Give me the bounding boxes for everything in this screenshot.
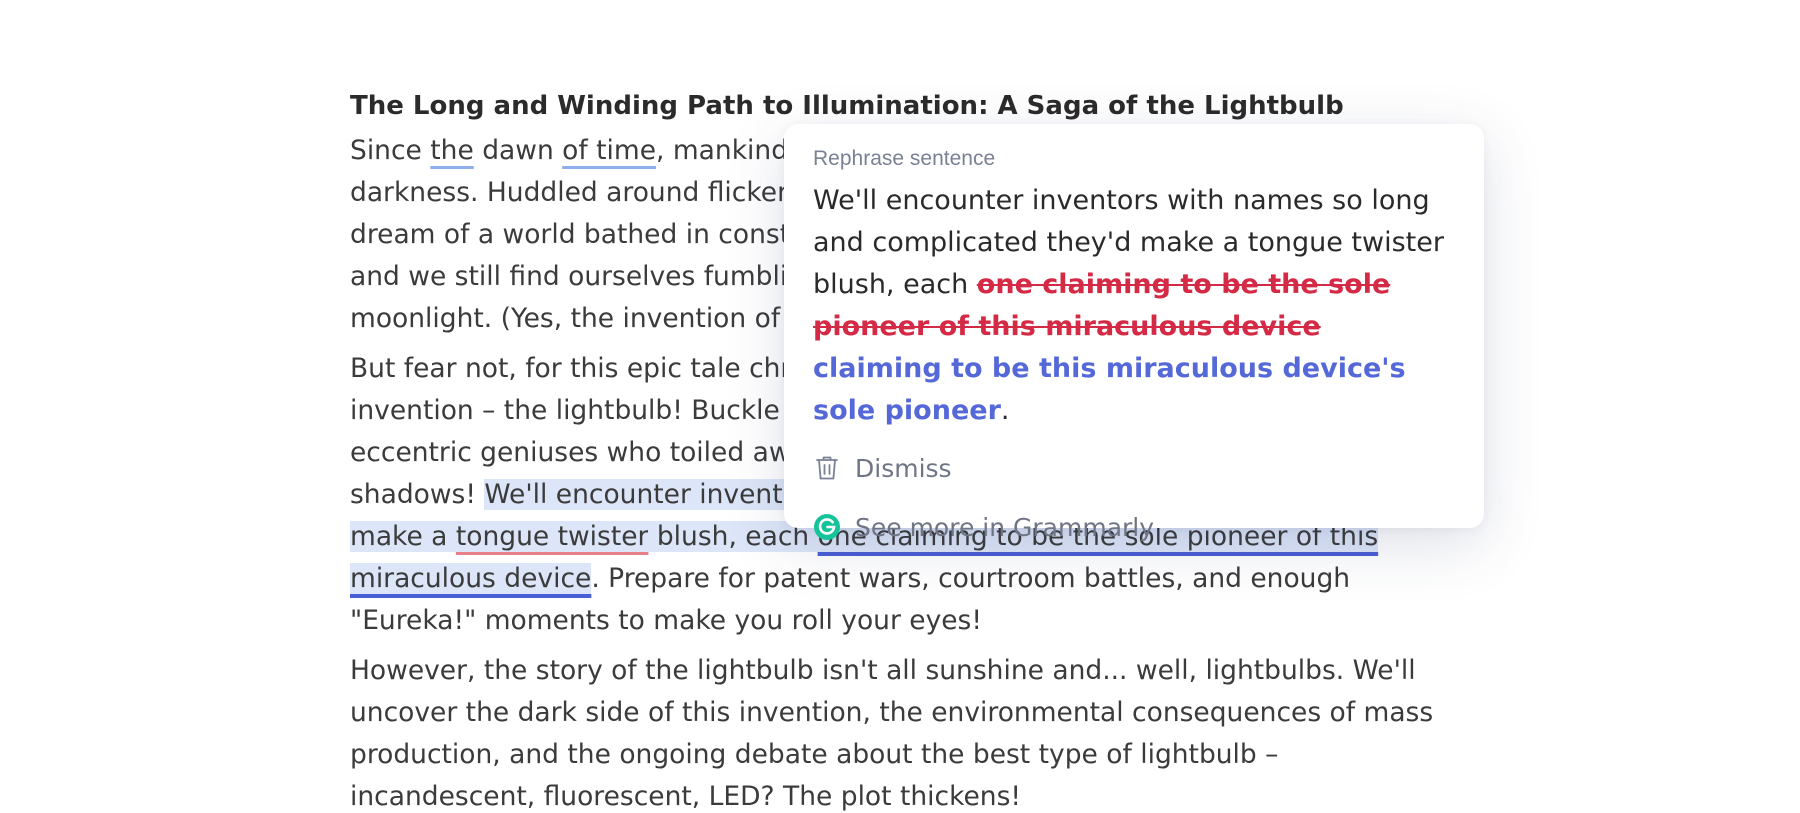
suggestion-card: Rephrase sentence We'll encounter invent…: [784, 124, 1484, 542]
text-span: and we still find ourselves fumbli: [350, 261, 788, 292]
inserted-text[interactable]: claiming to be this miraculous device's …: [813, 353, 1406, 426]
trash-icon: [813, 454, 841, 482]
suggestion-underline[interactable]: the: [430, 135, 474, 166]
highlighted-sentence[interactable]: make a: [350, 521, 456, 552]
text-span: "Eureka!" moments to make you roll your …: [350, 605, 982, 636]
dismiss-button[interactable]: Dismiss: [813, 448, 1456, 488]
see-more-in-grammarly-button[interactable]: See more in Grammarly: [813, 507, 1456, 547]
text-span: eccentric geniuses who toiled aw: [350, 437, 791, 468]
dismiss-label: Dismiss: [855, 453, 952, 483]
text-span: production, and the ongoing debate about…: [350, 739, 1279, 770]
text-span: Since: [350, 135, 431, 166]
text-span: . Prepare for patent wars, courtroom bat…: [591, 563, 1351, 594]
suggestion-trailing-text: .: [1000, 395, 1010, 426]
see-more-label: See more in Grammarly: [855, 512, 1155, 542]
paragraph-3: However, the story of the lightbulb isn'…: [350, 650, 1460, 813]
text-span: moonlight. (Yes, the invention of: [350, 303, 781, 334]
suggestion-text[interactable]: We'll encounter inventors with names so …: [813, 180, 1456, 432]
text-span: However, the story of the lightbulb isn'…: [350, 655, 1416, 686]
rephrase-underline[interactable]: miraculous device: [350, 563, 592, 594]
text-span: But fear not, for this epic tale chr: [350, 353, 792, 384]
suggestion-underline[interactable]: of time: [562, 135, 656, 166]
text-span: dream of a world bathed in const: [350, 219, 791, 250]
text-span: uncover the dark side of this invention,…: [350, 697, 1434, 728]
text-span: dawn: [473, 135, 563, 166]
text-span: , mankind: [656, 135, 789, 166]
correctness-underline[interactable]: tongue twister: [455, 521, 649, 552]
suggestion-type-label: Rephrase sentence: [813, 147, 996, 170]
text-span: darkness. Huddled around flicker: [350, 177, 788, 208]
document-title: The Long and Winding Path to Illuminatio…: [350, 91, 1344, 121]
text-span: shadows!: [350, 479, 485, 510]
grammarly-logo-icon: [813, 513, 841, 541]
text-span: invention – the lightbulb! Buckle u: [350, 395, 806, 426]
highlighted-sentence[interactable]: We'll encounter invento: [484, 479, 799, 510]
text-span: incandescent, fluorescent, LED? The plot…: [350, 781, 1022, 812]
